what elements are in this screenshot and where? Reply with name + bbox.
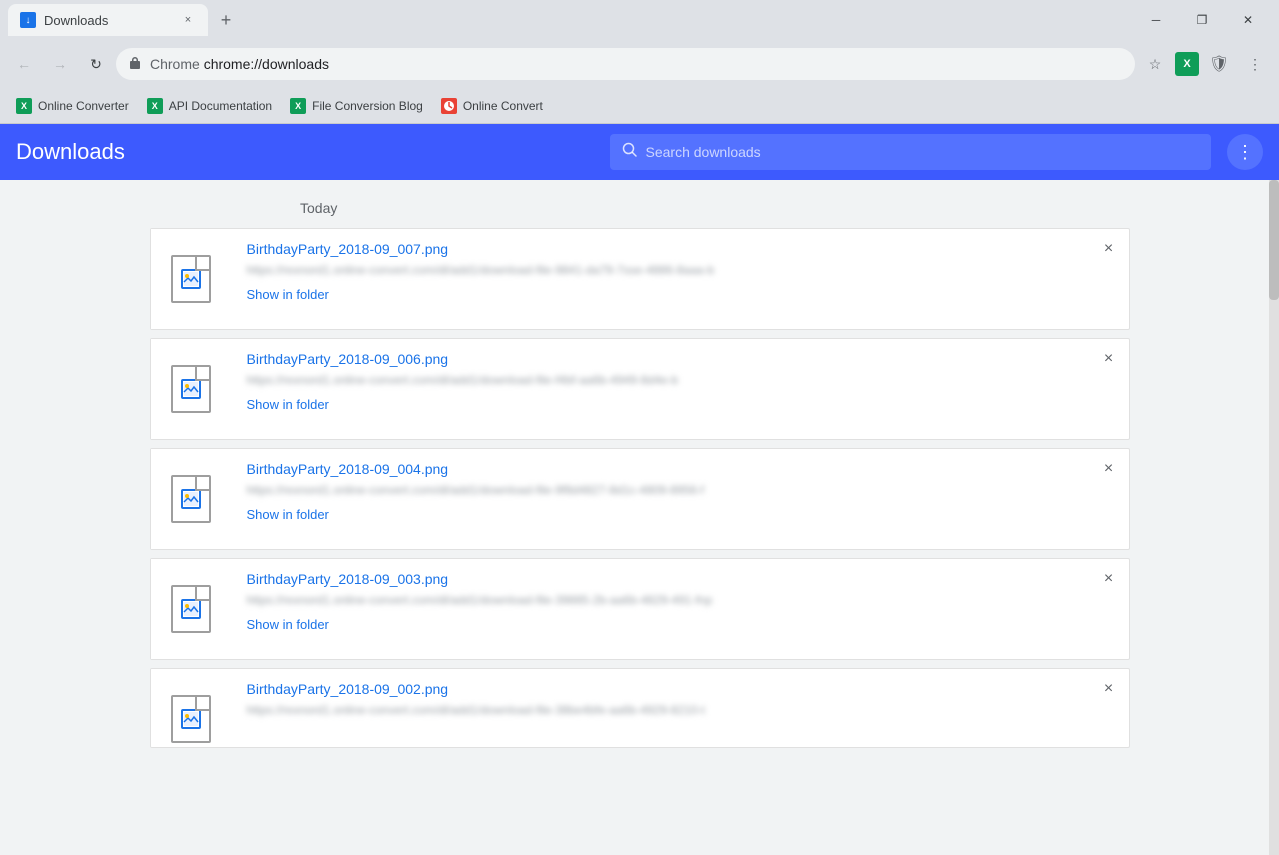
- url-protocol: Chrome: [150, 56, 200, 72]
- download-info-0: BirthdayParty_2018-09_007.png https://re…: [231, 229, 1129, 329]
- active-tab[interactable]: ↓ Downloads ×: [8, 4, 208, 36]
- download-thumb-4: [151, 669, 231, 748]
- main-content: Today BirthdayParty_2018-09_007.png http…: [0, 180, 1279, 855]
- address-actions: ☆ X 🛡 ⋮: [1139, 48, 1271, 80]
- download-filename-4[interactable]: BirthdayParty_2018-09_002.png: [247, 681, 1113, 697]
- show-in-folder-2[interactable]: Show in folder: [247, 507, 1113, 522]
- bookmark-label-3: File Conversion Blog: [312, 99, 423, 113]
- file-icon-img-4: [181, 709, 201, 729]
- search-box[interactable]: [610, 134, 1212, 170]
- minimize-button[interactable]: ─: [1133, 0, 1179, 40]
- forward-button[interactable]: →: [44, 48, 76, 80]
- file-icon-img-3: [181, 599, 201, 619]
- address-input[interactable]: Chrome chrome://downloads: [116, 48, 1135, 80]
- url-path: chrome://downloads: [204, 56, 329, 72]
- title-bar: ↓ Downloads × + ─ ❐ ✕: [0, 0, 1279, 40]
- tab-close-button[interactable]: ×: [180, 12, 196, 28]
- remove-button-4[interactable]: ×: [1097, 677, 1121, 701]
- page-title: Downloads: [16, 139, 594, 165]
- remove-button-3[interactable]: ×: [1097, 567, 1121, 591]
- bookmark-label-1: Online Converter: [38, 99, 129, 113]
- file-icon-img-2: [181, 489, 201, 509]
- remove-button-2[interactable]: ×: [1097, 457, 1121, 481]
- download-item-0: BirthdayParty_2018-09_007.png https://re…: [150, 228, 1130, 330]
- remove-button-0[interactable]: ×: [1097, 237, 1121, 261]
- bookmark-star-button[interactable]: ☆: [1139, 48, 1171, 80]
- download-info-1: BirthdayParty_2018-09_006.png https://re…: [231, 339, 1129, 439]
- tab-title: Downloads: [44, 13, 172, 28]
- download-url-1: https://rexnord1.online-convert.com/dl/a…: [247, 373, 1113, 387]
- download-url-0: https://rexnord1.online-convert.com/dl/a…: [247, 263, 1113, 277]
- back-button[interactable]: ←: [8, 48, 40, 80]
- bookmark-favicon-3: X: [290, 98, 306, 114]
- download-filename-3[interactable]: BirthdayParty_2018-09_003.png: [247, 571, 1113, 587]
- reload-button[interactable]: ↻: [80, 48, 112, 80]
- download-info-4: BirthdayParty_2018-09_002.png https://re…: [231, 669, 1129, 747]
- bookmark-file-conversion-blog[interactable]: X File Conversion Blog: [282, 94, 431, 118]
- extension-2-button[interactable]: 🛡: [1203, 48, 1235, 80]
- download-item-4: BirthdayParty_2018-09_002.png https://re…: [150, 668, 1130, 748]
- download-item-1: BirthdayParty_2018-09_006.png https://re…: [150, 338, 1130, 440]
- search-icon: [622, 142, 638, 163]
- bookmarks-bar: X Online Converter X API Documentation X…: [0, 88, 1279, 124]
- download-info-2: BirthdayParty_2018-09_004.png https://re…: [231, 449, 1129, 549]
- secure-icon: [128, 56, 142, 73]
- download-list: BirthdayParty_2018-09_007.png https://re…: [150, 228, 1130, 756]
- search-input[interactable]: [646, 144, 1200, 160]
- download-url-2: https://rexnord1.online-convert.com/dl/a…: [247, 483, 1113, 497]
- download-info-3: BirthdayParty_2018-09_003.png https://re…: [231, 559, 1129, 659]
- close-button[interactable]: ✕: [1225, 0, 1271, 40]
- maximize-button[interactable]: ❐: [1179, 0, 1225, 40]
- file-icon-3: [171, 585, 211, 633]
- download-item-2: BirthdayParty_2018-09_004.png https://re…: [150, 448, 1130, 550]
- download-filename-2[interactable]: BirthdayParty_2018-09_004.png: [247, 461, 1113, 477]
- tab-favicon: ↓: [20, 12, 36, 28]
- bookmark-label-2: API Documentation: [169, 99, 272, 113]
- chrome-menu-button[interactable]: ⋮: [1239, 48, 1271, 80]
- address-text: Chrome chrome://downloads: [150, 56, 1123, 72]
- download-thumb-3: [151, 559, 231, 659]
- file-icon-1: [171, 365, 211, 413]
- download-filename-1[interactable]: BirthdayParty_2018-09_006.png: [247, 351, 1113, 367]
- file-icon-img-1: [181, 379, 201, 399]
- download-thumb-2: [151, 449, 231, 549]
- new-tab-button[interactable]: +: [212, 6, 240, 34]
- download-item-3: BirthdayParty_2018-09_003.png https://re…: [150, 558, 1130, 660]
- bookmark-favicon-2: X: [147, 98, 163, 114]
- scrollbar-thumb[interactable]: [1269, 180, 1279, 300]
- section-today-label: Today: [300, 200, 1279, 216]
- file-icon-0: [171, 255, 211, 303]
- download-thumb-1: [151, 339, 231, 439]
- bookmark-favicon-1: X: [16, 98, 32, 114]
- file-icon-4: [171, 695, 211, 743]
- bookmark-api-documentation[interactable]: X API Documentation: [139, 94, 280, 118]
- show-in-folder-3[interactable]: Show in folder: [247, 617, 1113, 632]
- bookmark-online-convert[interactable]: Online Convert: [433, 94, 551, 118]
- download-url-3: https://rexnord1.online-convert.com/dl/a…: [247, 593, 1113, 607]
- bookmark-label-4: Online Convert: [463, 99, 543, 113]
- downloads-menu-button[interactable]: ⋮: [1227, 134, 1263, 170]
- download-filename-0[interactable]: BirthdayParty_2018-09_007.png: [247, 241, 1113, 257]
- remove-button-1[interactable]: ×: [1097, 347, 1121, 371]
- show-in-folder-1[interactable]: Show in folder: [247, 397, 1113, 412]
- window-controls: ─ ❐ ✕: [1133, 0, 1271, 40]
- bookmark-online-converter[interactable]: X Online Converter: [8, 94, 137, 118]
- file-icon-img-0: [181, 269, 201, 289]
- scrollbar-track: [1269, 180, 1279, 855]
- file-icon-2: [171, 475, 211, 523]
- extension-1-button[interactable]: X: [1175, 52, 1199, 76]
- download-url-4: https://rexnord1.online-convert.com/dl/a…: [247, 703, 1113, 717]
- bookmark-favicon-4: [441, 98, 457, 114]
- address-bar: ← → ↻ Chrome chrome://downloads ☆ X 🛡 ⋮: [0, 40, 1279, 88]
- downloads-header: Downloads ⋮: [0, 124, 1279, 180]
- show-in-folder-0[interactable]: Show in folder: [247, 287, 1113, 302]
- download-thumb-0: [151, 229, 231, 329]
